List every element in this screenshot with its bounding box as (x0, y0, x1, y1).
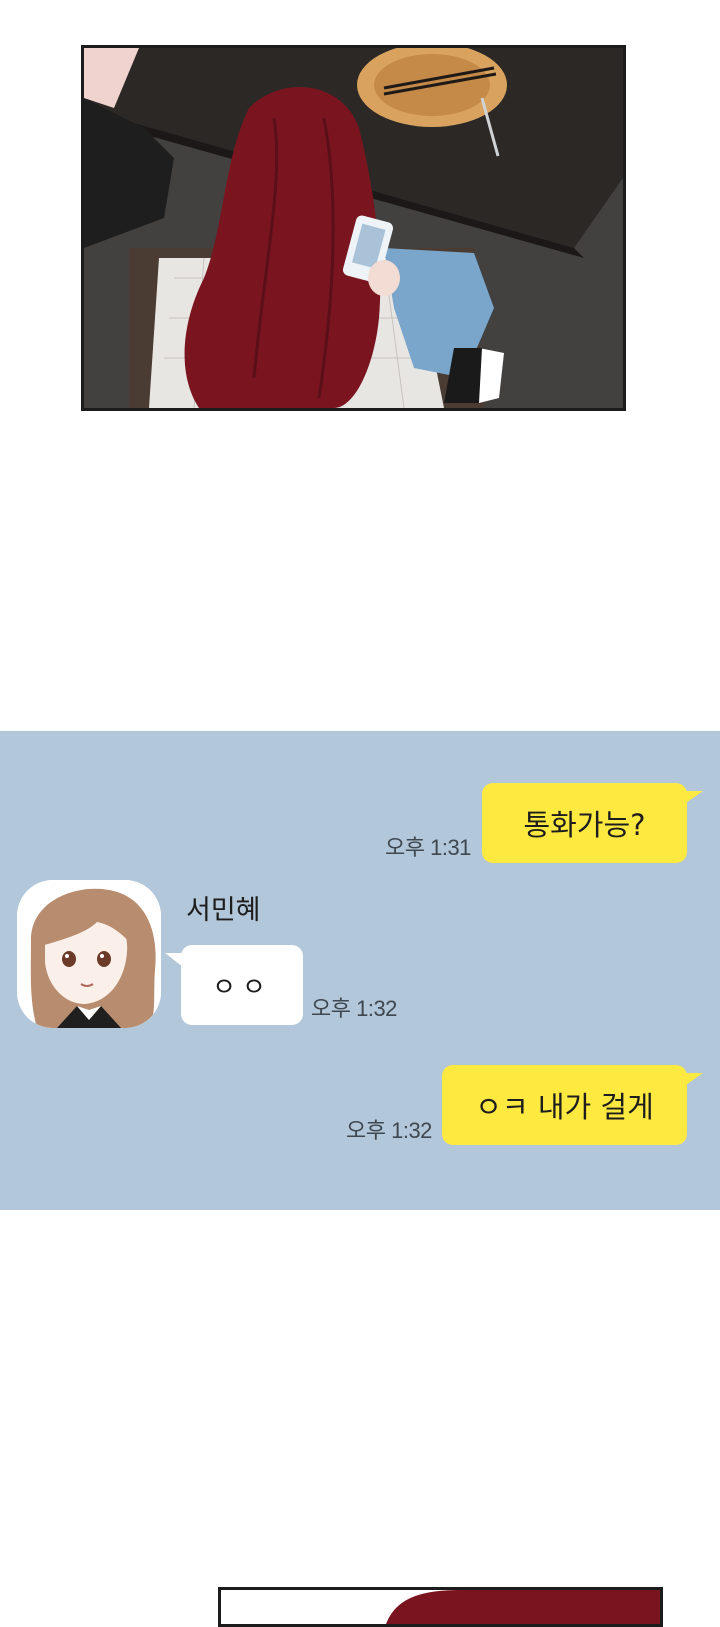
message-time: 오후 1:31 (385, 835, 471, 860)
avatar-illustration (17, 880, 161, 1028)
my-message-bubble[interactable]: 통화가능? (482, 783, 687, 863)
my-message-bubble[interactable]: ㅇㅋ 내가 걸게 (442, 1065, 687, 1145)
comic-panel-bottom (218, 1587, 663, 1627)
message-text: ㅇㅋ 내가 걸게 (475, 1090, 654, 1124)
comic-illustration (84, 48, 623, 408)
message-text: 통화가능? (523, 808, 646, 842)
profile-avatar[interactable] (17, 880, 161, 1028)
bubble-tail (165, 953, 183, 967)
message-time: 오후 1:32 (311, 996, 397, 1021)
sender-name: 서민혜 (186, 895, 261, 926)
comic-illustration (221, 1590, 660, 1624)
bubble-tail (683, 791, 703, 805)
other-message-bubble[interactable]: ㅇㅇ (181, 945, 303, 1025)
bubble-tail (683, 1073, 703, 1087)
message-time: 오후 1:32 (346, 1118, 432, 1143)
comic-panel-top (81, 45, 626, 411)
message-text: ㅇㅇ (212, 972, 272, 1003)
